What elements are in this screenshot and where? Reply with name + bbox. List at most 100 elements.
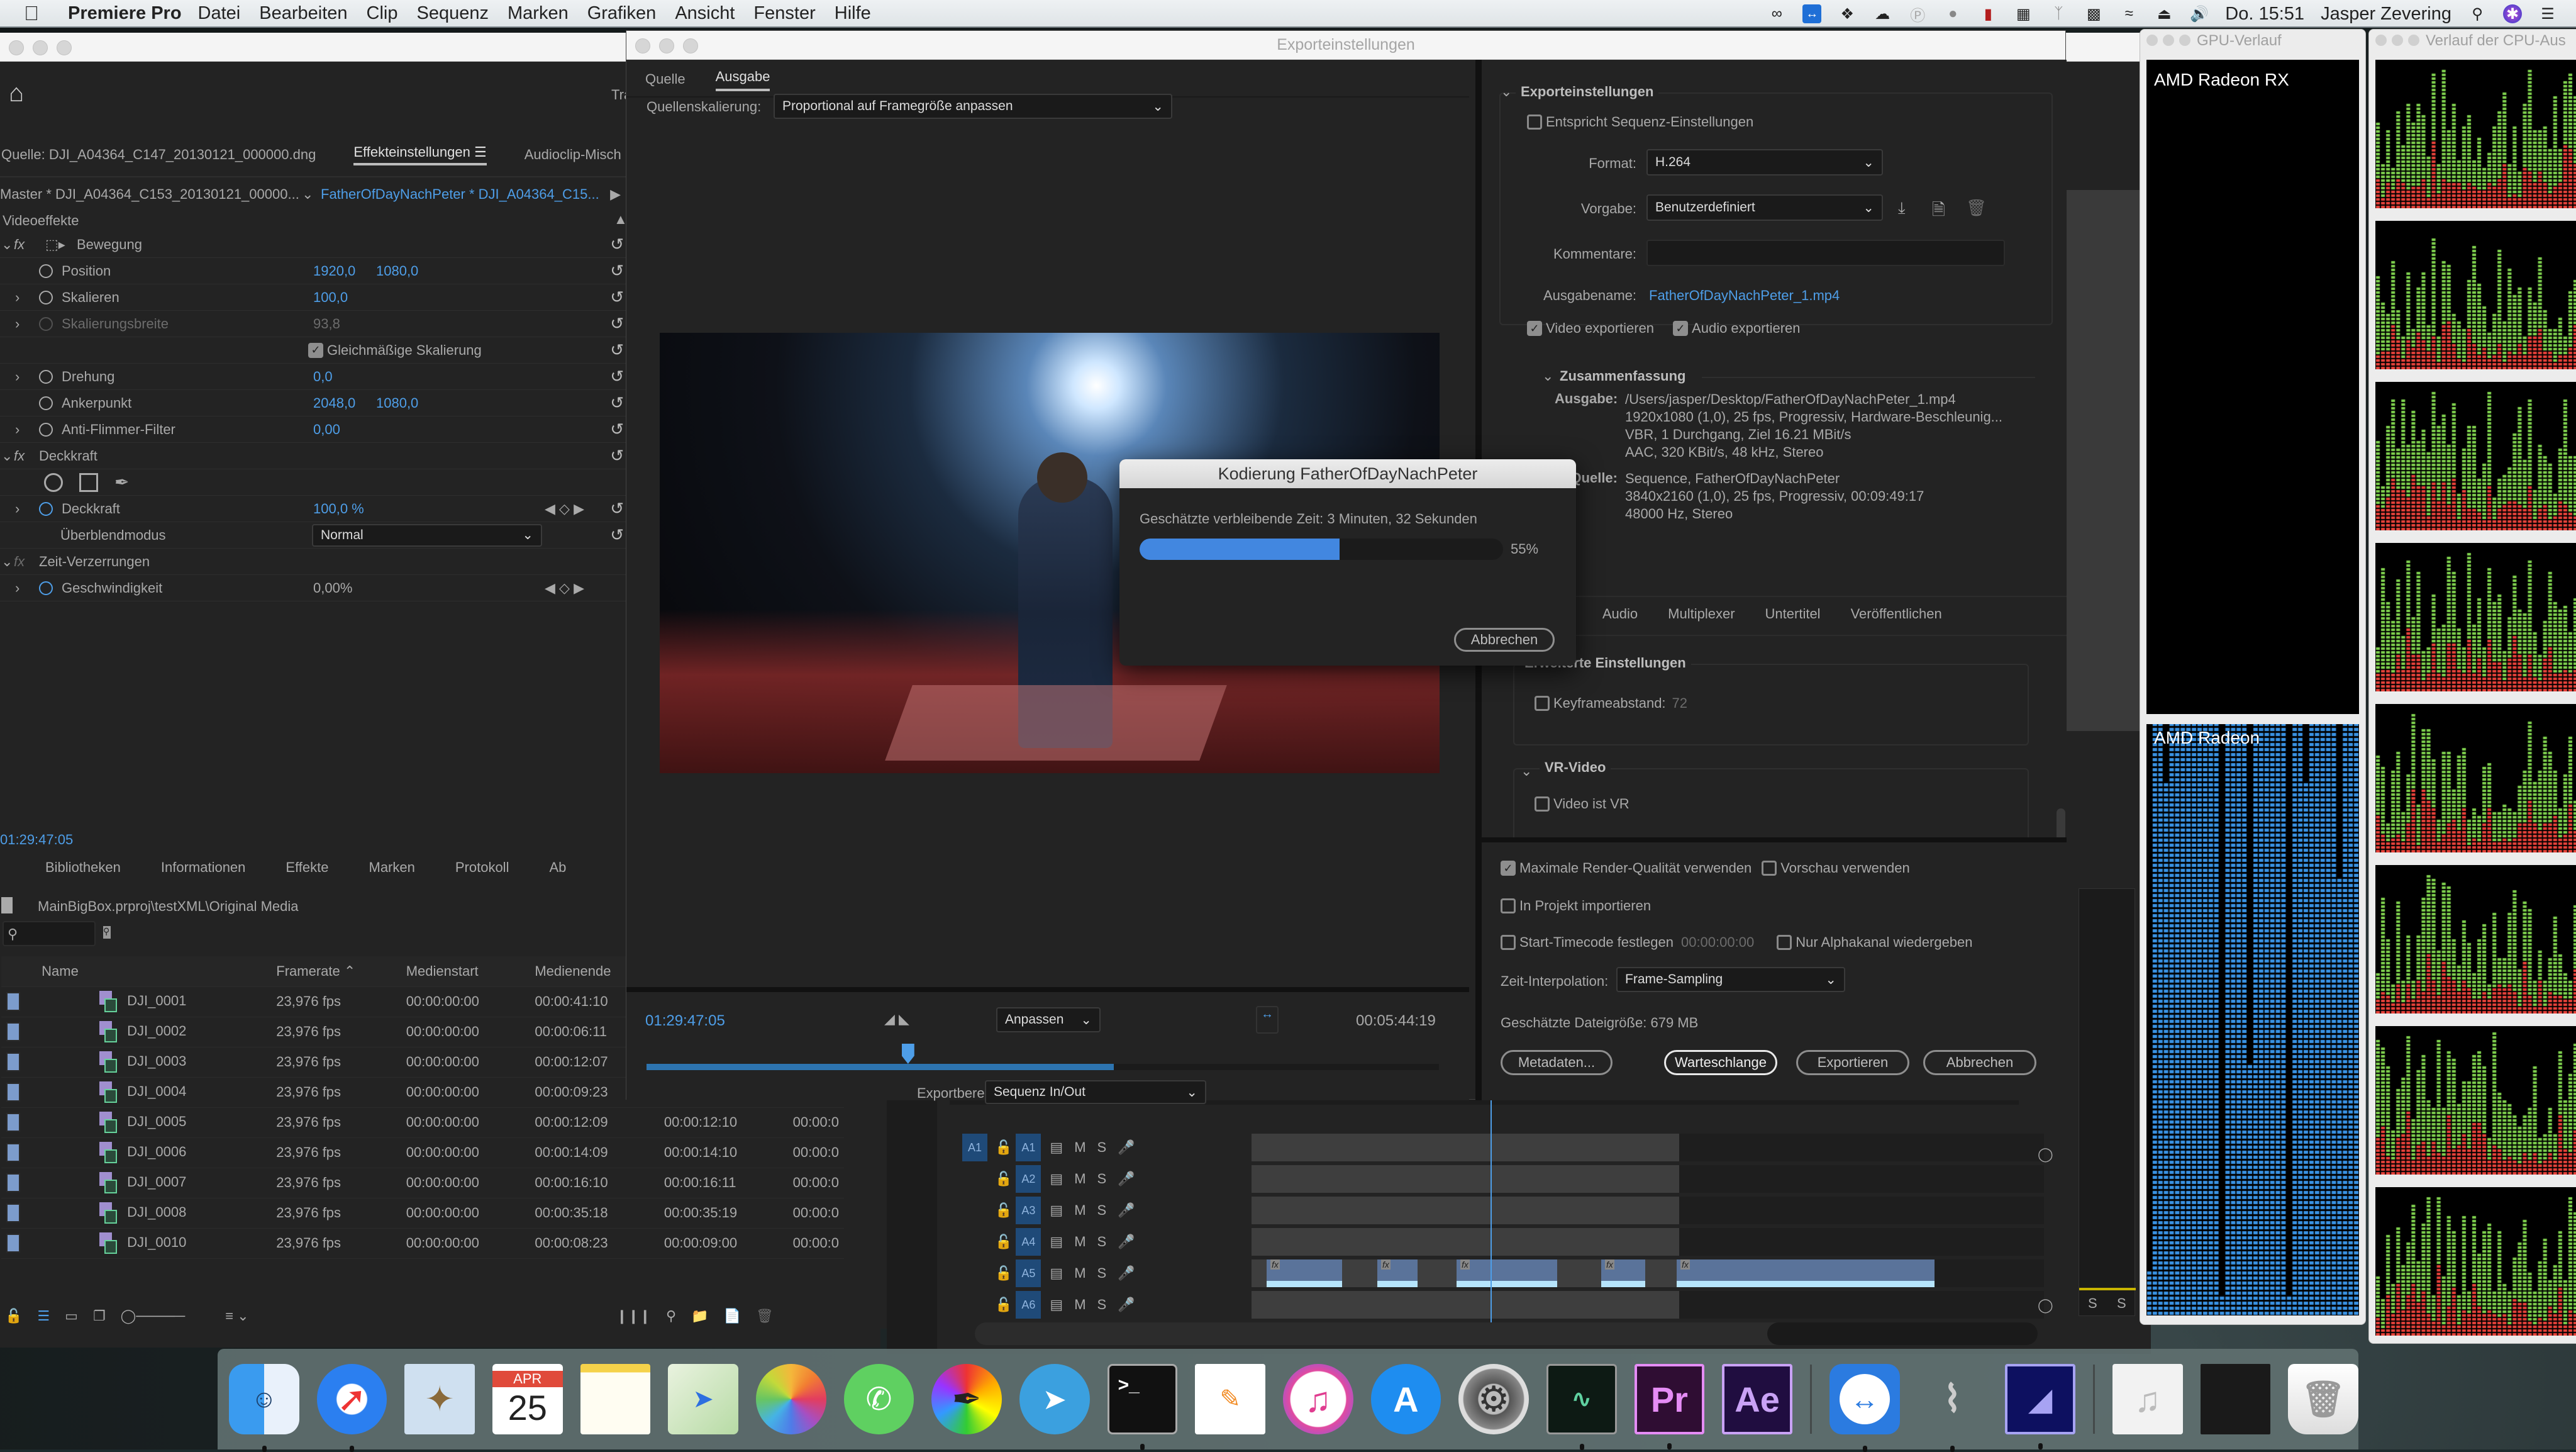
- track-lock-icon[interactable]: 🔓: [995, 1234, 1012, 1250]
- track-target[interactable]: A3: [1016, 1197, 1041, 1224]
- stopwatch-icon[interactable]: [39, 369, 53, 384]
- property-value-1[interactable]: 100,0: [313, 289, 376, 306]
- sync-lock-icon[interactable]: ▤: [1050, 1265, 1063, 1282]
- voice-over-icon[interactable]: 🎤: [1118, 1202, 1135, 1219]
- property-value-2[interactable]: 1080,0: [376, 263, 418, 279]
- expand-icon[interactable]: ›: [15, 369, 29, 385]
- icon-view-icon[interactable]: ▭: [65, 1308, 78, 1324]
- dock-activity-monitor[interactable]: ∿: [1546, 1364, 1617, 1450]
- label-color[interactable]: [6, 992, 20, 1011]
- max-quality-checkbox[interactable]: ✓: [1501, 861, 1516, 876]
- mute-button[interactable]: M: [1074, 1265, 1085, 1282]
- expand-icon[interactable]: ›: [15, 501, 29, 517]
- sync-lock-icon[interactable]: ▤: [1050, 1171, 1063, 1187]
- voice-over-icon[interactable]: 🎤: [1118, 1234, 1135, 1250]
- audio-track-lane[interactable]: [1252, 1291, 2044, 1319]
- save-preset-icon[interactable]: ⤓: [1898, 198, 1906, 218]
- dropbox-icon[interactable]: ❖: [1838, 4, 1857, 23]
- blend-mode-select[interactable]: Normal ⌄: [312, 523, 542, 547]
- pen-mask-icon[interactable]: ✒: [114, 472, 129, 493]
- track-target[interactable]: A5: [1016, 1259, 1041, 1287]
- output-name-link[interactable]: FatherOfDayNachPeter_1.mp4: [1649, 288, 1840, 304]
- collapse-icon[interactable]: ⌄: [1501, 84, 1512, 100]
- menu-datei[interactable]: Datei: [198, 3, 241, 24]
- eject-icon[interactable]: ⏏: [2155, 4, 2174, 23]
- notification-center-icon[interactable]: ☰: [2538, 4, 2557, 23]
- menu-hilfe[interactable]: Hilfe: [835, 3, 871, 24]
- menu-ansicht[interactable]: Ansicht: [675, 3, 735, 24]
- menu-marken[interactable]: Marken: [508, 3, 569, 24]
- dock-system-preferences[interactable]: ⚙: [1458, 1364, 1529, 1434]
- stopwatch-icon[interactable]: [39, 501, 53, 516]
- property-value-1[interactable]: 1920,0: [313, 263, 376, 279]
- reset-icon[interactable]: ↺: [610, 367, 624, 386]
- track-target[interactable]: A2: [1016, 1165, 1041, 1193]
- reset-icon[interactable]: ↺: [610, 525, 624, 545]
- label-color[interactable]: [6, 1143, 20, 1162]
- audio-track-lane[interactable]: [1252, 1165, 2044, 1193]
- export-range-select[interactable]: Sequenz In/Out ⌄: [985, 1080, 1206, 1104]
- dock-whatsapp[interactable]: ✆: [843, 1364, 914, 1434]
- audio-clip[interactable]: fx: [1267, 1259, 1342, 1287]
- collapse-icon[interactable]: ⌄: [1521, 763, 1532, 779]
- solo-button[interactable]: S: [1097, 1234, 1107, 1250]
- sync-lock-icon[interactable]: ▤: [1050, 1202, 1063, 1219]
- dock-premiere-pro[interactable]: Pr: [1634, 1364, 1705, 1449]
- column-media-start[interactable]: Medienstart: [401, 956, 530, 987]
- find-icon[interactable]: ⚲: [666, 1308, 676, 1324]
- mute-button[interactable]: M: [1074, 1171, 1085, 1187]
- dock-teamviewer[interactable]: ↔: [1829, 1364, 1900, 1452]
- bluetooth-icon[interactable]: ᛉ: [2049, 4, 2068, 23]
- trash-icon[interactable]: 🗑: [756, 1308, 774, 1324]
- lock-icon[interactable]: 🔓: [5, 1308, 22, 1324]
- new-item-icon[interactable]: 📄: [723, 1308, 740, 1324]
- label-color[interactable]: [6, 1083, 20, 1102]
- tab-effect-controls[interactable]: Effekteinstellungen ☰: [353, 144, 487, 165]
- sync-lock-icon[interactable]: ▤: [1050, 1297, 1063, 1313]
- battery-meter-icon[interactable]: ▩: [2084, 4, 2103, 23]
- reset-icon[interactable]: ↺: [610, 314, 624, 333]
- settings-tab[interactable]: Veröffentlichen: [1851, 606, 1942, 626]
- helmet-icon[interactable]: ●: [1943, 4, 1962, 23]
- audio-clip[interactable]: fx: [1677, 1259, 1935, 1287]
- dock-media-encoder[interactable]: ◢: [2005, 1364, 2075, 1449]
- import-preset-icon[interactable]: 🗎: [1932, 198, 1945, 226]
- dock-photos[interactable]: [755, 1364, 826, 1434]
- menu-bearbeiten[interactable]: Bearbeiten: [259, 3, 347, 24]
- alpha-only-checkbox[interactable]: [1777, 935, 1792, 950]
- time-interpolation-select[interactable]: Frame-Sampling ⌄: [1616, 967, 1845, 992]
- dock-minimized-window[interactable]: [2200, 1364, 2271, 1434]
- track-lock-icon[interactable]: 🔓: [995, 1171, 1012, 1187]
- opacity-value[interactable]: 100,0 %: [313, 501, 364, 517]
- app-menu[interactable]: Premiere Pro: [68, 3, 182, 24]
- motion-effect-row[interactable]: ⌄ fx ⬚▸ Bewegung ↺: [0, 232, 629, 258]
- settings-tab[interactable]: Audio: [1602, 606, 1638, 626]
- project-tab[interactable]: Ab: [549, 859, 566, 876]
- dock-after-effects[interactable]: Ae: [1722, 1364, 1792, 1434]
- reset-icon[interactable]: ↺: [610, 446, 624, 466]
- comments-input[interactable]: [1646, 240, 2005, 266]
- time-remap-row[interactable]: ⌄ fx Zeit-Verzerrungen: [0, 549, 629, 575]
- voice-over-icon[interactable]: 🎤: [1118, 1139, 1135, 1156]
- voice-over-icon[interactable]: 🎤: [1118, 1265, 1135, 1282]
- label-color[interactable]: [6, 1113, 20, 1132]
- playhead[interactable]: [901, 1044, 914, 1064]
- menu-fenster[interactable]: Fenster: [753, 3, 815, 24]
- voice-over-icon[interactable]: 🎤: [1118, 1171, 1135, 1187]
- metadata-button[interactable]: Metadaten...: [1501, 1050, 1613, 1075]
- dock-calendar[interactable]: APR 25: [492, 1364, 563, 1434]
- stopwatch-icon[interactable]: [39, 396, 53, 410]
- settings-tab[interactable]: Multiplexer: [1668, 606, 1735, 626]
- close-button[interactable]: [2146, 35, 2158, 46]
- column-name[interactable]: Name: [36, 956, 272, 987]
- vertical-scroll-top[interactable]: ◯: [2038, 1146, 2053, 1163]
- audio-clip[interactable]: fx: [1457, 1259, 1557, 1287]
- reset-icon[interactable]: ↺: [610, 420, 624, 439]
- solo-button[interactable]: S: [1097, 1297, 1107, 1313]
- zoom-button[interactable]: [57, 40, 72, 55]
- dock-notes[interactable]: [580, 1364, 651, 1434]
- dock-app-store[interactable]: A: [1370, 1364, 1441, 1434]
- spotlight-search-icon[interactable]: ⚲: [2468, 4, 2487, 23]
- expand-icon[interactable]: ›: [15, 289, 29, 306]
- set-in-out-icons[interactable]: ◢ ◣: [884, 1011, 909, 1027]
